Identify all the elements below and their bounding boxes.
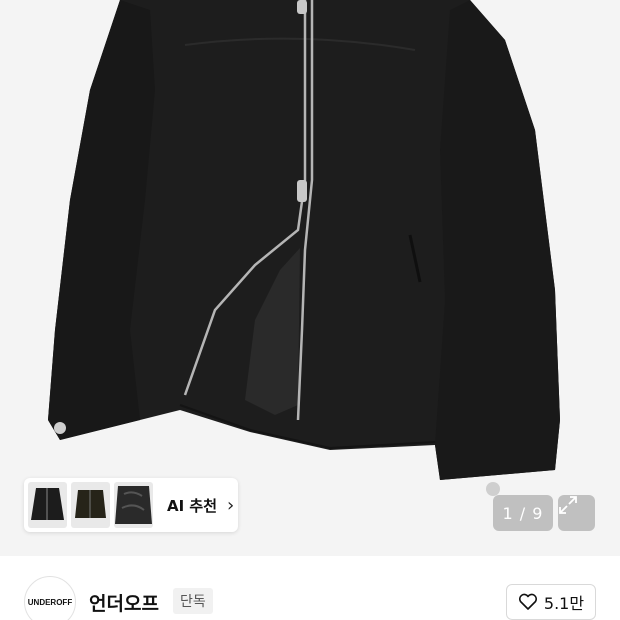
like-count: 5.1만	[543, 594, 585, 613]
expand-image-button[interactable]	[558, 495, 595, 531]
brand-row: UNDEROFF 언더오프 단독 5.1만	[0, 556, 620, 620]
ai-recommendation-label: AI 추천	[167, 496, 218, 515]
brand-name[interactable]: 언더오프	[89, 589, 159, 616]
product-image[interactable]: AI 추천 › 1 / 9	[0, 0, 620, 556]
jacket-photo	[48, 0, 560, 496]
like-button[interactable]: 5.1만	[506, 584, 596, 620]
ai-thumbnail[interactable]	[71, 482, 110, 528]
expand-icon	[559, 496, 577, 514]
image-page-counter: 1 / 9	[493, 495, 553, 531]
ai-thumbnail[interactable]	[28, 482, 67, 528]
chevron-right-icon: ›	[227, 494, 235, 516]
brand-logo[interactable]: UNDEROFF	[24, 576, 76, 620]
exclusive-badge: 단독	[173, 588, 213, 614]
ai-thumbnail[interactable]	[114, 482, 153, 528]
heart-icon	[518, 593, 537, 610]
ai-recommendation-button[interactable]: AI 추천 ›	[24, 478, 238, 532]
